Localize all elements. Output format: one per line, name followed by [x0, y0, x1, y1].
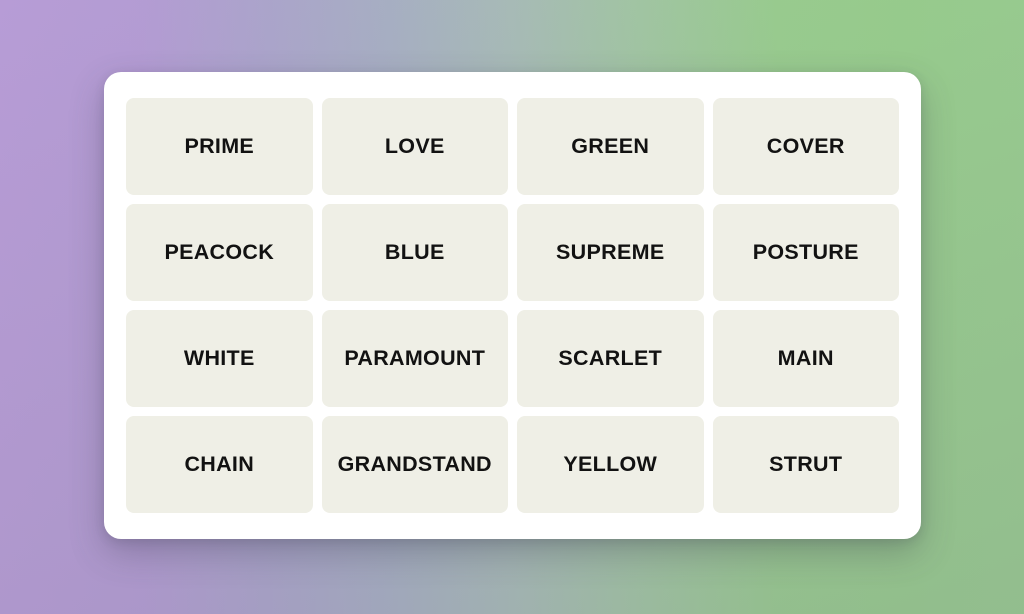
- word-tile[interactable]: STRUT: [712, 416, 899, 513]
- connections-puzzle-card: PRIME LOVE GREEN COVER PEACOCK BLUE SUPR…: [104, 72, 921, 539]
- word-tile-label: WHITE: [183, 345, 255, 370]
- word-tile-label: BLUE: [384, 239, 445, 264]
- word-tile-label: GREEN: [571, 133, 650, 158]
- word-tile[interactable]: PARAMOUNT: [321, 310, 508, 407]
- word-tile[interactable]: YELLOW: [517, 416, 704, 513]
- word-tile-label: SUPREME: [556, 239, 665, 264]
- word-tile-label: GRANDSTAND: [337, 451, 492, 476]
- word-tile-label: SCARLET: [558, 345, 663, 370]
- word-grid: PRIME LOVE GREEN COVER PEACOCK BLUE SUPR…: [126, 98, 899, 513]
- page-background: PRIME LOVE GREEN COVER PEACOCK BLUE SUPR…: [0, 0, 1024, 614]
- word-tile[interactable]: WHITE: [126, 310, 313, 407]
- word-tile[interactable]: GREEN: [517, 98, 704, 195]
- word-tile-label: PEACOCK: [164, 239, 275, 264]
- word-tile[interactable]: PEACOCK: [126, 204, 313, 301]
- word-tile[interactable]: SCARLET: [517, 310, 704, 407]
- word-tile-label: MAIN: [777, 345, 834, 370]
- word-tile-label: PRIME: [184, 133, 255, 158]
- word-tile-label: YELLOW: [563, 451, 658, 476]
- word-tile[interactable]: LOVE: [321, 98, 508, 195]
- word-tile[interactable]: COVER: [712, 98, 899, 195]
- word-tile-label: STRUT: [769, 451, 843, 476]
- word-tile[interactable]: GRANDSTAND: [321, 416, 508, 513]
- word-tile[interactable]: PRIME: [126, 98, 313, 195]
- word-tile-label: COVER: [766, 133, 845, 158]
- word-tile-label: CHAIN: [184, 451, 255, 476]
- word-tile-label: LOVE: [384, 133, 445, 158]
- word-tile-label: POSTURE: [752, 239, 859, 264]
- word-tile-label: PARAMOUNT: [344, 345, 486, 370]
- word-tile[interactable]: POSTURE: [712, 204, 899, 301]
- word-tile[interactable]: BLUE: [321, 204, 508, 301]
- word-tile[interactable]: CHAIN: [126, 416, 313, 513]
- word-tile[interactable]: MAIN: [712, 310, 899, 407]
- word-tile[interactable]: SUPREME: [517, 204, 704, 301]
